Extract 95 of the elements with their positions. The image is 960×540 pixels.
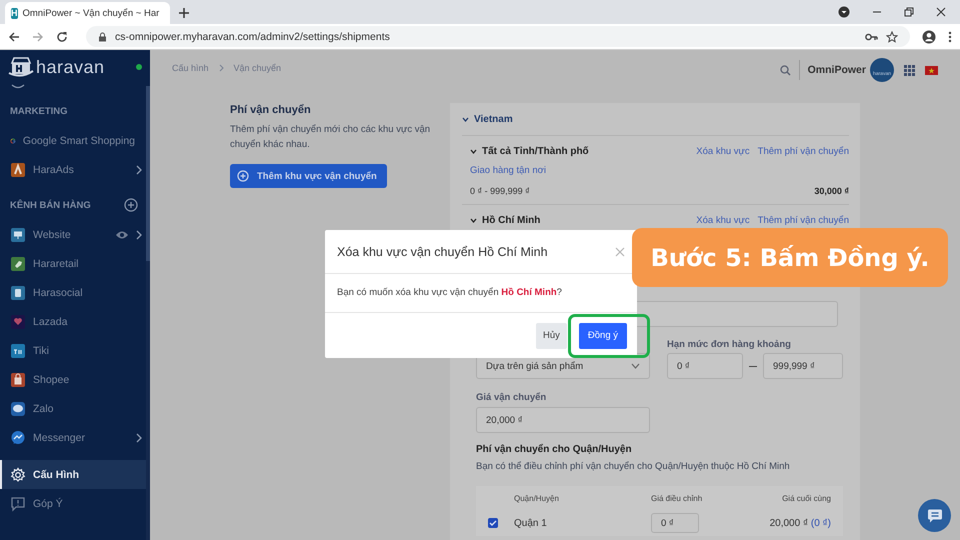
lock-icon	[98, 32, 107, 42]
apps-grid-icon[interactable]	[904, 64, 915, 76]
rate-link[interactable]: Giao hàng tận nơi	[470, 164, 849, 178]
breadcrumb-link[interactable]: Cấu hình	[172, 63, 209, 73]
confirm-button[interactable]: Đồng ý	[578, 322, 627, 348]
add-zone-button[interactable]: Thêm khu vực vận chuyển	[230, 164, 387, 188]
back-icon[interactable]	[8, 30, 20, 42]
checkbox[interactable]	[488, 518, 498, 528]
sidebar-item[interactable]: Góp Ý	[0, 489, 150, 518]
input-field[interactable]: 20,000 ₫	[476, 407, 650, 433]
app-tile-icon	[10, 342, 26, 358]
profile-menu-icon[interactable]	[838, 6, 850, 18]
chevron-right-icon	[136, 230, 142, 240]
sidebar-item[interactable]: Google Smart Shopping	[0, 126, 150, 155]
sidebar-item[interactable]: HaraAds	[0, 155, 150, 184]
column-header: Giá điều chỉnh	[651, 494, 704, 502]
field-label: Hạn mức đơn hàng khoảng	[667, 339, 792, 351]
chevron-right-icon	[136, 432, 142, 442]
chevron-down-icon	[470, 218, 477, 222]
scrollbar[interactable]	[146, 86, 150, 540]
breadcrumb-link[interactable]: Vận chuyển	[234, 63, 282, 73]
search-icon[interactable]	[780, 64, 791, 76]
section-title: Phí vận chuyển	[230, 103, 312, 117]
add-icon	[237, 170, 249, 182]
zone-toggle[interactable]: Tất cả Tỉnh/Thành phố	[470, 146, 589, 156]
account-icon[interactable]	[922, 30, 936, 44]
input-field[interactable]: 0 ₫	[667, 353, 743, 379]
logo-text: haravan	[36, 56, 105, 78]
settings-icon	[10, 466, 26, 482]
chevron-down-icon	[470, 148, 477, 154]
section-description: Thêm phí vận chuyển mới cho các khu vực vận chuyển khác nhau.	[230, 123, 432, 152]
sidebar-item[interactable]: Hararetail	[0, 249, 150, 278]
more-icon[interactable]	[948, 30, 952, 42]
field-label: Giá vận chuyển	[476, 392, 548, 404]
flag-icon	[925, 66, 938, 74]
action-link[interactable]: Thêm phí vận chuyển	[758, 146, 849, 156]
input-field[interactable]: 0 ₫	[651, 513, 699, 533]
scrollbar-thumb[interactable]	[146, 86, 150, 261]
subsection-description: Bạn có thể điều chỉnh phí vận chuyển cho Quận/Huyện thuộc Hồ Chí Minh	[476, 461, 791, 472]
sidebar-item[interactable]: Lazada	[0, 307, 150, 336]
app-tile-icon	[10, 284, 26, 300]
section-heading: KÊNH BÁN HÀNG	[10, 200, 92, 210]
action-link[interactable]: Xóa khu vực	[696, 214, 750, 226]
app-tile-icon	[10, 400, 26, 416]
star-icon[interactable]	[886, 30, 898, 42]
table-cell-text: 20,000 ₫ (0 ₫)	[768, 518, 831, 528]
chat-bubble-icon	[10, 430, 26, 446]
cancel-button[interactable]: Hủy	[536, 322, 567, 348]
dialog-title: Xóa khu vực vận chuyển Hồ Chí Minh	[337, 244, 548, 258]
sidebar-item[interactable]: Shopee	[0, 365, 150, 394]
sidebar-item[interactable]: Zalo	[0, 394, 150, 423]
sidebar-item[interactable]: Tiki	[0, 336, 150, 365]
app-tile-icon	[10, 256, 26, 272]
app-tile-icon	[10, 226, 26, 242]
reload-icon[interactable]	[56, 30, 68, 42]
table-cell-text: Quận 1	[514, 518, 548, 528]
chevron-down-icon	[631, 363, 640, 369]
rate-price: 30,000 ₫	[814, 185, 849, 198]
app-tile-icon	[10, 314, 26, 330]
sidebar-item[interactable]: Messenger	[0, 423, 150, 452]
feedback-icon	[10, 496, 26, 512]
shopping-bag-icon	[10, 372, 26, 388]
rate-range: 0 ₫ - 999,999 ₫	[470, 185, 530, 198]
input-field[interactable]: 999,999 ₫	[763, 353, 843, 379]
address-bar[interactable]: cs-omnipower.myharavan.com/adminv2/settings/shipments	[86, 26, 910, 47]
section-heading: MARKETING	[10, 106, 69, 116]
key-icon[interactable]	[865, 32, 878, 40]
action-link[interactable]: Xóa khu vực	[696, 146, 750, 156]
close-icon[interactable]	[936, 7, 946, 17]
column-header: Quận/Huyện	[514, 494, 560, 502]
eye-icon[interactable]	[115, 230, 129, 240]
plus-icon[interactable]	[178, 7, 190, 19]
subsection-title: Phí vận chuyển cho Quận/Huyện	[476, 444, 633, 455]
restore-icon[interactable]	[904, 7, 914, 17]
tab-title: OmniPower ~ Vận chuyển ~ Har	[22, 8, 160, 18]
chevron-down-icon	[462, 116, 469, 122]
store-name[interactable]: OmniPower	[808, 64, 866, 76]
zone-toggle[interactable]: Hồ Chí Minh	[470, 214, 540, 226]
sidebar-item[interactable]: Harasocial	[0, 278, 150, 307]
chevron-right-icon	[218, 64, 224, 72]
chevron-icon[interactable]	[11, 84, 25, 90]
favicon: H	[11, 8, 18, 18]
country-toggle[interactable]: Vietnam	[462, 103, 849, 136]
sidebar-item[interactable]: Website	[0, 220, 150, 249]
action-link[interactable]: Thêm phí vận chuyển	[758, 214, 849, 226]
step-callout: Bước 5: Bấm Đồng ý.	[632, 228, 948, 287]
add-icon[interactable]	[124, 198, 138, 212]
shop-logo-icon	[8, 56, 34, 78]
browser-tab[interactable]: H OmniPower ~ Vận chuyển ~ Har	[5, 2, 170, 24]
chevron-right-icon	[136, 164, 142, 174]
chat-icon	[926, 508, 942, 522]
app-tile-icon	[10, 162, 26, 178]
url-text: cs-omnipower.myharavan.com/adminv2/settings/shipments	[115, 30, 390, 42]
column-header: Giá cuối cùng	[781, 494, 831, 502]
check-icon	[489, 520, 497, 526]
